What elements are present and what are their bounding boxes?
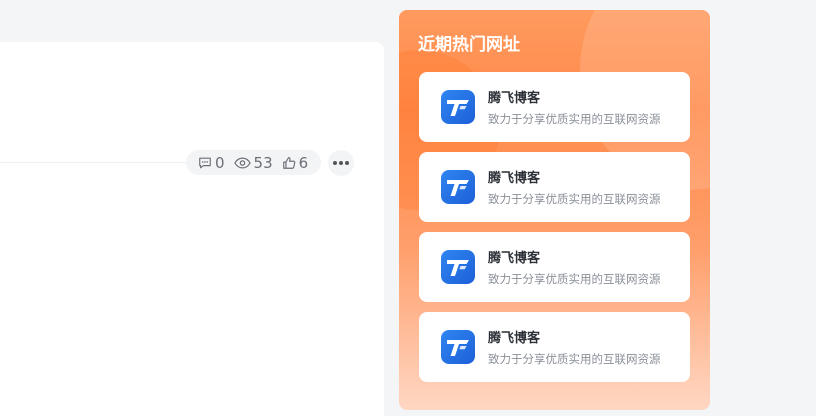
hot-sites-widget: 近期热门网址 腾飞博客 致力于分享优质实用的互联网资源 腾飞博客 致力于分享优质…	[399, 10, 710, 410]
more-dot-icon	[332, 161, 337, 165]
article-divider	[0, 162, 190, 163]
like-count[interactable]: 6	[282, 153, 309, 172]
site-item[interactable]: 腾飞博客 致力于分享优质实用的互联网资源	[419, 72, 690, 142]
view-count: 53	[233, 153, 273, 172]
tengfei-logo-icon	[441, 330, 475, 364]
site-name: 腾飞博客	[488, 91, 541, 106]
tengfei-logo-icon	[441, 250, 475, 284]
site-name: 腾飞博客	[488, 331, 541, 346]
site-description: 致力于分享优质实用的互联网资源	[488, 112, 661, 126]
comment-icon	[199, 157, 211, 168]
site-description: 致力于分享优质实用的互联网资源	[488, 352, 661, 366]
site-item[interactable]: 腾飞博客 致力于分享优质实用的互联网资源	[419, 232, 690, 302]
site-name: 腾飞博客	[488, 251, 541, 266]
site-item[interactable]: 腾飞博客 致力于分享优质实用的互联网资源	[419, 152, 690, 222]
view-count-value: 53	[253, 153, 273, 172]
eye-icon	[233, 156, 251, 169]
site-item[interactable]: 腾飞博客 致力于分享优质实用的互联网资源	[419, 312, 690, 382]
widget-title: 近期热门网址	[418, 35, 520, 55]
comment-count[interactable]: 0	[198, 154, 225, 172]
site-list: 腾飞博客 致力于分享优质实用的互联网资源 腾飞博客 致力于分享优质实用的互联网资…	[419, 72, 690, 392]
like-count-value: 6	[298, 153, 309, 172]
thumbs-up-icon	[282, 156, 296, 169]
comment-count-value: 0	[215, 153, 225, 172]
article-card: 0 53 6	[0, 42, 384, 416]
more-options-button[interactable]	[328, 150, 354, 176]
more-dot-icon	[345, 161, 350, 165]
site-description: 致力于分享优质实用的互联网资源	[488, 272, 661, 286]
tengfei-logo-icon	[441, 90, 475, 124]
tengfei-logo-icon	[441, 170, 475, 204]
article-meta: 0 53 6	[186, 150, 321, 175]
more-dot-icon	[339, 161, 343, 165]
site-description: 致力于分享优质实用的互联网资源	[488, 192, 661, 206]
site-name: 腾飞博客	[488, 171, 541, 186]
